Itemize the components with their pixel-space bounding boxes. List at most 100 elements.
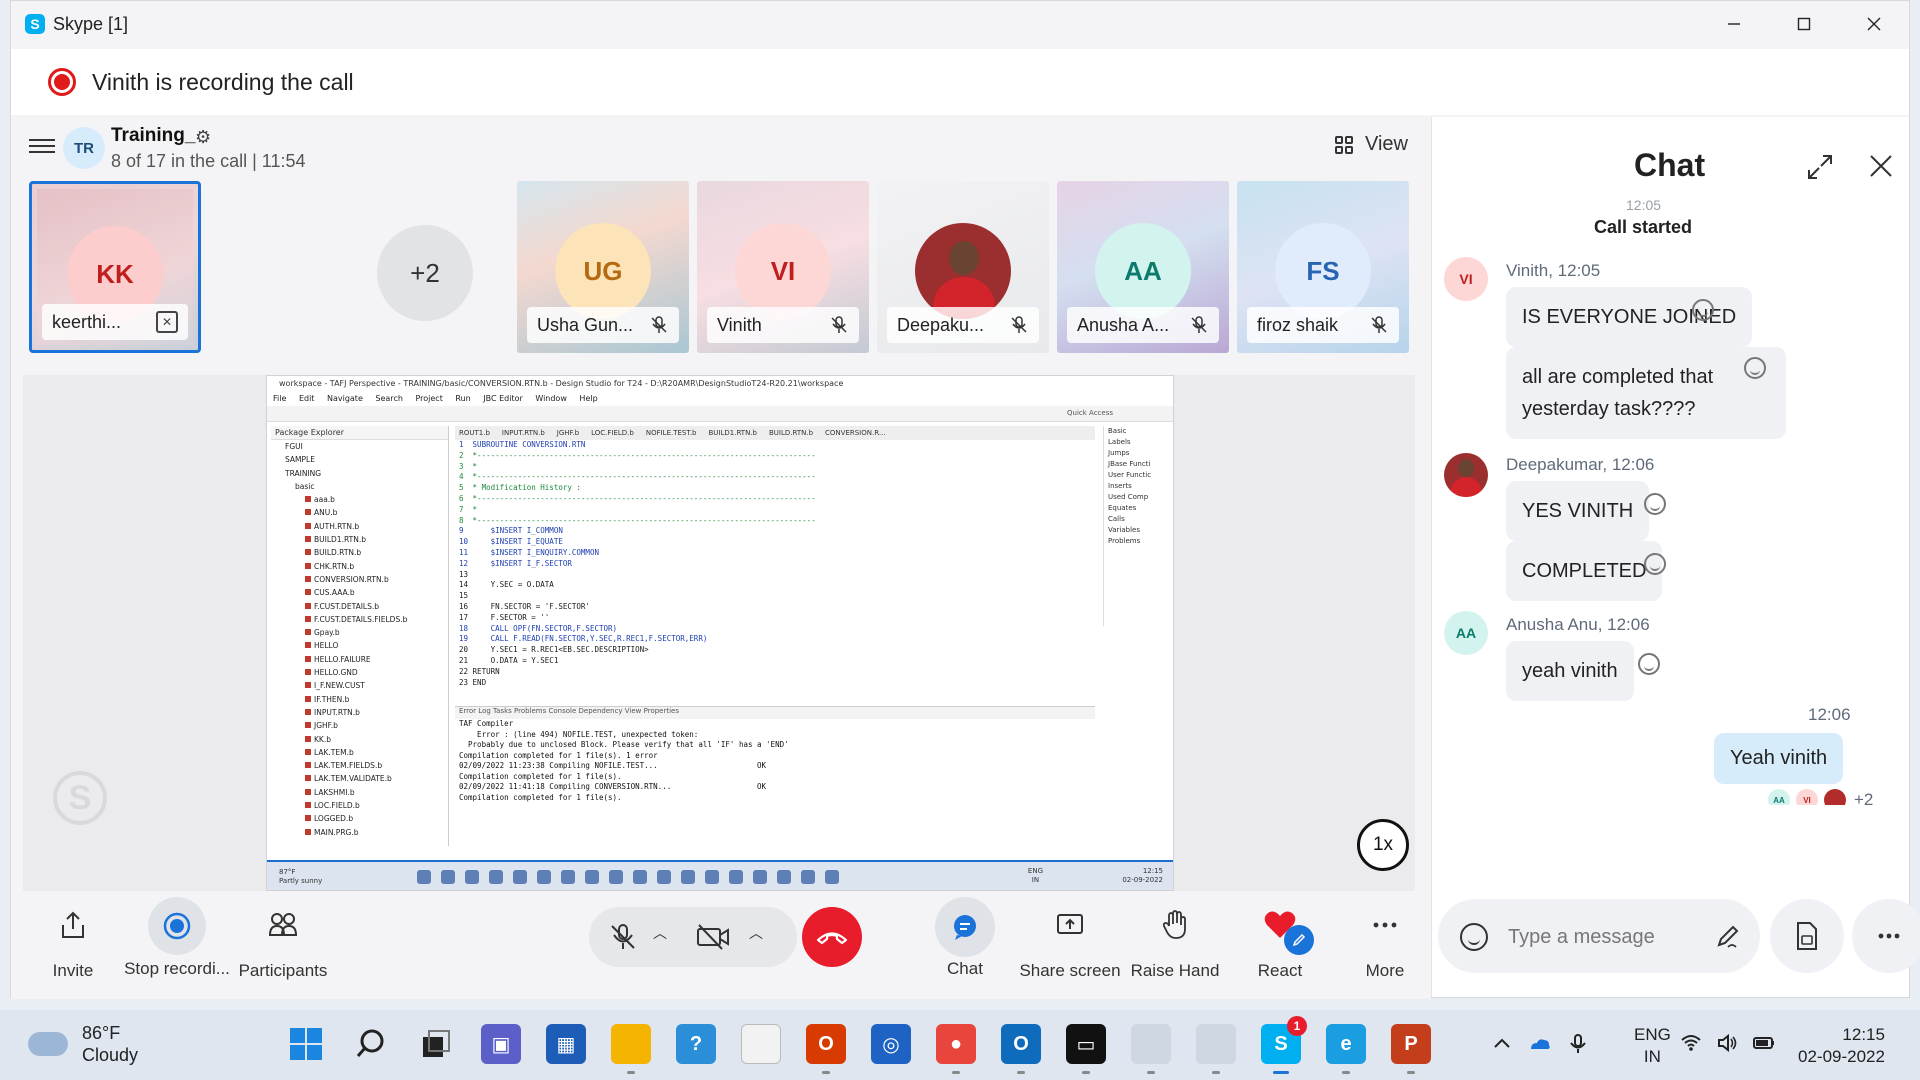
more-button[interactable]: More (1325, 903, 1445, 981)
participant-name-pill: Usha Gun... (527, 307, 679, 343)
close-icon (1867, 17, 1881, 31)
participant-tile[interactable]: UG Usha Gun... (517, 181, 689, 353)
mic-options-chevron-icon[interactable]: ︿ (653, 923, 667, 943)
package-tree-item: HELLO.FAILURE (277, 653, 448, 666)
vpn-icon[interactable]: ◎ (871, 1024, 911, 1064)
call-header: TR Training_ ⚙ 8 of 17 in the call | 11:… (11, 117, 1431, 179)
message-time: 12:05 (1626, 197, 1662, 213)
end-call-button[interactable] (802, 907, 862, 967)
smiley-react-icon[interactable] (1744, 357, 1766, 379)
participants-button[interactable]: Participants (223, 903, 343, 981)
message-bubble[interactable]: all are completed that yesterday task???… (1506, 347, 1786, 439)
package-tree-item: HELLO.GND (277, 666, 448, 679)
mute-toggle-button[interactable] (599, 913, 647, 961)
sender-avatar[interactable]: VI (1444, 257, 1488, 301)
more-dots-icon (1363, 903, 1407, 947)
search-icon[interactable] (351, 1024, 391, 1064)
close-window-button[interactable] (1839, 1, 1909, 47)
react-button[interactable]: React (1220, 903, 1340, 981)
own-message-bubble[interactable]: Yeah vinith (1714, 733, 1844, 784)
office-icon[interactable]: O (806, 1024, 846, 1074)
weather-widget[interactable]: 86°F Cloudy (28, 1022, 138, 1066)
smiley-react-icon[interactable] (1638, 653, 1660, 675)
system-clock[interactable]: 12:15 02-09-2022 (1798, 1024, 1885, 1068)
java-app-icon[interactable] (1131, 1024, 1171, 1074)
start-icon[interactable] (286, 1024, 326, 1064)
powerpoint-icon[interactable]: P (1391, 1024, 1431, 1074)
microphone-icon[interactable] (1566, 1032, 1590, 1056)
video-toggle-button[interactable] (689, 913, 737, 961)
smiley-react-icon[interactable] (1692, 299, 1714, 321)
package-tree-item: I_F.NEW.CUST (277, 679, 448, 692)
task-view-icon[interactable] (416, 1024, 456, 1064)
group-name[interactable]: Training_ (111, 125, 195, 147)
message-text: YES VINITH (1522, 500, 1634, 522)
terminal-icon[interactable]: ▭ (1066, 1024, 1106, 1074)
code-line: 21 O.DATA = Y.SEC1 (459, 655, 559, 665)
chrome-icon[interactable]: ● (936, 1024, 976, 1074)
participant-avatar: UG (555, 223, 651, 319)
package-tree-item: INPUT.RTN.b (277, 706, 448, 719)
playback-speed-button[interactable]: 1x (1357, 819, 1409, 871)
smiley-react-icon[interactable] (1644, 493, 1666, 515)
outline-item: Problems (1108, 537, 1141, 545)
message-bubble[interactable]: COMPLETED (1506, 541, 1663, 601)
chat-feed: 12:05 Call started VI Vinith, 12:05 IS E… (1432, 197, 1910, 805)
invite-button[interactable]: Invite (13, 903, 133, 981)
stop-recording-button[interactable]: Stop recordi... (117, 897, 237, 979)
help-icon[interactable]: ? (676, 1024, 716, 1064)
chevron-up-icon[interactable] (1490, 1032, 1514, 1056)
title-bar: S Skype [1] (11, 1, 1909, 47)
video-options-chevron-icon[interactable]: ︿ (749, 923, 763, 943)
smiley-react-icon[interactable] (1644, 553, 1666, 575)
more-participants-button[interactable]: +2 (377, 225, 473, 321)
remote-lang2: IN (1031, 876, 1040, 884)
system-icons[interactable] (1680, 1032, 1776, 1054)
chat-more-button[interactable] (1852, 899, 1920, 973)
microsoft-store-icon[interactable]: ▦ (546, 1024, 586, 1064)
participant-tile[interactable]: AA Anusha A... (1057, 181, 1229, 353)
code-editor: ROUT1.b INPUT.RTN.b JGHF.b LOC.FIELD.b NOFIL… (455, 426, 1095, 696)
participant-tile[interactable]: VI Vinith (697, 181, 869, 353)
participant-tile[interactable]: FS firoz shaik (1237, 181, 1409, 353)
sender-photo[interactable] (1444, 453, 1488, 497)
format-pen-button[interactable] (1714, 923, 1742, 951)
notepad-icon[interactable] (741, 1024, 781, 1064)
gear-icon[interactable]: ⚙ (195, 127, 211, 148)
minimize-button[interactable] (1699, 1, 1769, 47)
hamburger-menu-button[interactable] (29, 135, 55, 161)
participant-tile[interactable]: KK keerthi... ✕ (29, 181, 201, 353)
file-explorer-icon[interactable] (611, 1024, 651, 1074)
maximize-button[interactable] (1769, 1, 1839, 47)
console-output: TAF Compiler Error : (line 494) NOFILE.T… (455, 719, 1095, 803)
chat-button[interactable]: Chat (905, 897, 1025, 979)
skype-icon[interactable]: S1 (1261, 1016, 1307, 1074)
raise-hand-button[interactable]: Raise Hand (1115, 903, 1235, 981)
emoji-picker-icon[interactable] (1460, 923, 1488, 951)
view-button[interactable]: View (1335, 133, 1408, 156)
message-input[interactable] (1508, 923, 1698, 951)
message-bubble[interactable]: YES VINITH (1506, 481, 1650, 541)
code-line: 19 CALL F.READ(FN.SECTOR,Y.SEC,R.REC1,F.… (459, 634, 708, 644)
outlook-icon[interactable]: O (1001, 1024, 1041, 1074)
message-bubble[interactable]: IS EVERYONE JOINED (1506, 287, 1753, 347)
console-line: 02/09/2022 11:23:38 Compiling NOFILE.TES… (459, 761, 767, 770)
shared-screen-view[interactable]: workspace - TAFJ Perspective - TRAINING/… (23, 375, 1415, 891)
group-avatar[interactable]: TR (63, 127, 105, 169)
close-chat-button[interactable] (1868, 153, 1894, 179)
teams-chat-icon[interactable]: ▣ (481, 1024, 521, 1064)
code-line: 3 * (459, 461, 478, 471)
language-indicator[interactable]: ENG IN (1634, 1024, 1671, 1068)
onedrive-icon[interactable] (1528, 1032, 1552, 1056)
expand-chat-button[interactable] (1806, 153, 1834, 181)
send-file-button[interactable] (1770, 899, 1844, 973)
package-tree-item: basic (295, 481, 315, 491)
java-app-icon[interactable] (1196, 1024, 1236, 1074)
edge-icon[interactable]: e (1326, 1024, 1366, 1074)
temperature: 86°F (82, 1023, 121, 1043)
message-bubble[interactable]: yeah vinith (1506, 641, 1634, 701)
package-tree-item: MAIN.PRG.b (277, 826, 448, 839)
participant-tile[interactable]: Deepaku... (877, 181, 1049, 353)
share-screen-button[interactable]: Share screen (1010, 903, 1130, 981)
sender-avatar[interactable]: AA (1444, 611, 1488, 655)
